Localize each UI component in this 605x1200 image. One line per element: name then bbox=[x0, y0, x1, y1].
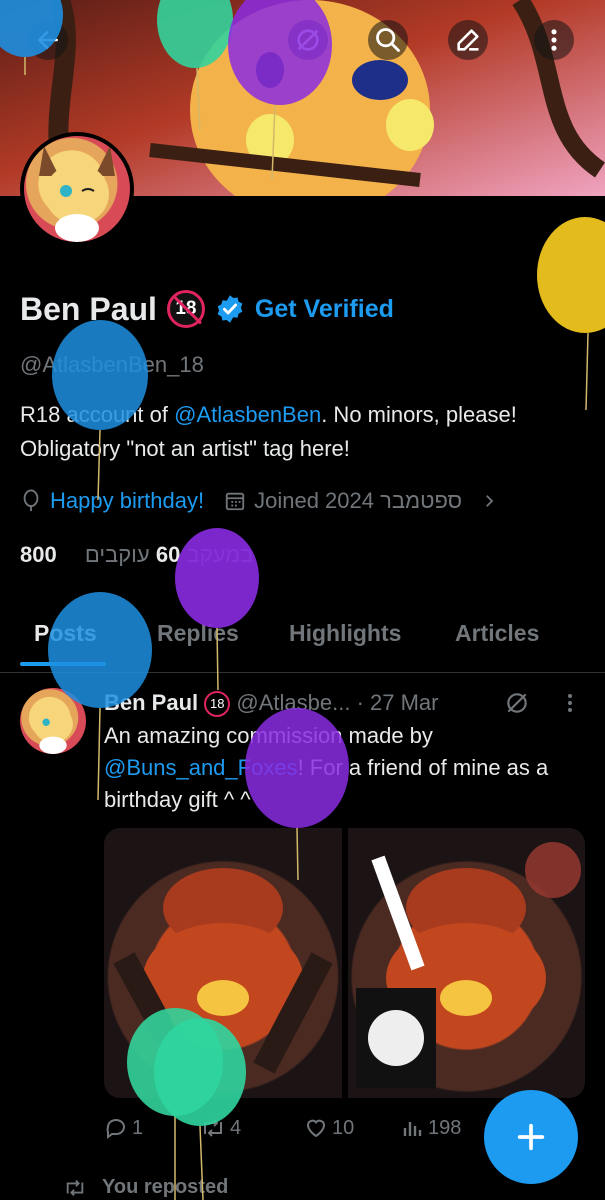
post-more-icon[interactable] bbox=[560, 690, 580, 716]
edit-icon bbox=[457, 29, 479, 51]
post-text: An amazing commission made by @Buns_and_… bbox=[104, 720, 584, 816]
post-author-handle[interactable]: @Atlasbe... bbox=[236, 690, 350, 715]
age-18-badge: 18 bbox=[166, 290, 205, 328]
post-age-badge: 18 bbox=[204, 691, 231, 718]
tab-replies[interactable]: Replies bbox=[157, 620, 239, 647]
followers-count: 60 bbox=[155, 542, 181, 567]
active-tab-indicator bbox=[20, 662, 106, 666]
tab-posts[interactable]: Posts bbox=[34, 620, 97, 647]
following-label: במעקב bbox=[186, 542, 254, 567]
joined-date: Joined 2024 ספטמבר bbox=[254, 488, 463, 513]
search-button[interactable] bbox=[368, 20, 408, 60]
profile-handle: @AtlasbenBen_18 bbox=[20, 352, 204, 377]
like-icon bbox=[306, 1119, 326, 1138]
repost-icon bbox=[204, 1119, 222, 1137]
reply-icon bbox=[106, 1119, 126, 1139]
views-button[interactable]: 198 bbox=[400, 1116, 461, 1140]
grok-icon bbox=[297, 29, 319, 51]
display-name: Ben Paul bbox=[20, 290, 157, 327]
repost-icon bbox=[66, 1179, 84, 1196]
balloon-icon bbox=[23, 489, 39, 512]
post-author-name[interactable]: Ben Paul bbox=[104, 690, 198, 715]
profile-name: Ben Paul 18 Get Verified bbox=[20, 290, 394, 328]
views-count: 198 bbox=[428, 1116, 462, 1139]
chevron-right-icon[interactable] bbox=[480, 492, 498, 510]
compose-button[interactable] bbox=[484, 1090, 578, 1184]
post-image-1[interactable] bbox=[104, 828, 342, 1098]
tab-highlights[interactable]: Highlights bbox=[289, 620, 401, 647]
back-button[interactable] bbox=[28, 20, 68, 60]
followers-label: עוקבים bbox=[84, 542, 150, 567]
grok-icon[interactable] bbox=[504, 690, 530, 716]
bio-text: R18 account of bbox=[20, 402, 175, 427]
repost-note: You reposted bbox=[62, 1176, 228, 1199]
more-icon bbox=[551, 29, 557, 51]
repost-button[interactable]: 4 bbox=[200, 1116, 241, 1140]
tab-articles[interactable]: Articles bbox=[455, 620, 539, 647]
post-age-badge-text: 18 bbox=[210, 696, 225, 712]
plus-icon bbox=[517, 1123, 545, 1151]
followers-stat[interactable]: 60 עוקבים bbox=[85, 542, 180, 567]
post-date[interactable]: · 27 Mar bbox=[357, 690, 439, 715]
profile-bio: R18 account of @AtlasbenBen. No minors, … bbox=[20, 398, 580, 466]
calendar-icon bbox=[225, 492, 245, 511]
grok-button[interactable] bbox=[288, 20, 328, 60]
search-icon bbox=[376, 28, 400, 52]
post-image-1-artwork bbox=[113, 868, 333, 1074]
repost-note-text: You reposted bbox=[102, 1176, 229, 1198]
edit-button[interactable] bbox=[448, 20, 488, 60]
post-avatar-artwork bbox=[33, 705, 73, 754]
bio-mention-link[interactable]: @AtlasbenBen bbox=[174, 402, 321, 427]
back-arrow-icon bbox=[38, 31, 58, 49]
profile-stats: 800 במעקב 60 עוקבים bbox=[20, 542, 253, 568]
reply-count: 1 bbox=[132, 1116, 144, 1139]
post-mention-link[interactable]: @Buns_and_Foxes bbox=[104, 755, 298, 780]
like-count: 10 bbox=[332, 1116, 355, 1139]
more-button[interactable] bbox=[534, 20, 574, 60]
views-icon bbox=[403, 1122, 422, 1136]
like-button[interactable]: 10 bbox=[304, 1116, 354, 1140]
reply-button[interactable]: 1 bbox=[104, 1116, 143, 1140]
post-text-start: An amazing commission made by bbox=[104, 723, 433, 748]
repost-count: 4 bbox=[230, 1116, 242, 1139]
profile-avatar[interactable] bbox=[20, 132, 134, 246]
get-verified-link[interactable]: Get Verified bbox=[255, 295, 394, 324]
post-header: Ben Paul 18 @Atlasbe... · 27 Mar bbox=[104, 690, 439, 718]
verified-icon bbox=[217, 295, 243, 323]
post-image-2[interactable] bbox=[348, 828, 585, 1098]
post-image-2-artwork bbox=[356, 842, 581, 1088]
avatar-artwork bbox=[39, 146, 115, 242]
profile-meta: Happy birthday! Joined 2024 ספטמבר bbox=[20, 488, 498, 514]
following-count: 800 bbox=[20, 542, 57, 567]
post-avatar[interactable] bbox=[20, 688, 86, 754]
balloon-yellow-1 bbox=[537, 217, 605, 411]
birthday-link[interactable]: Happy birthday! bbox=[50, 488, 204, 514]
